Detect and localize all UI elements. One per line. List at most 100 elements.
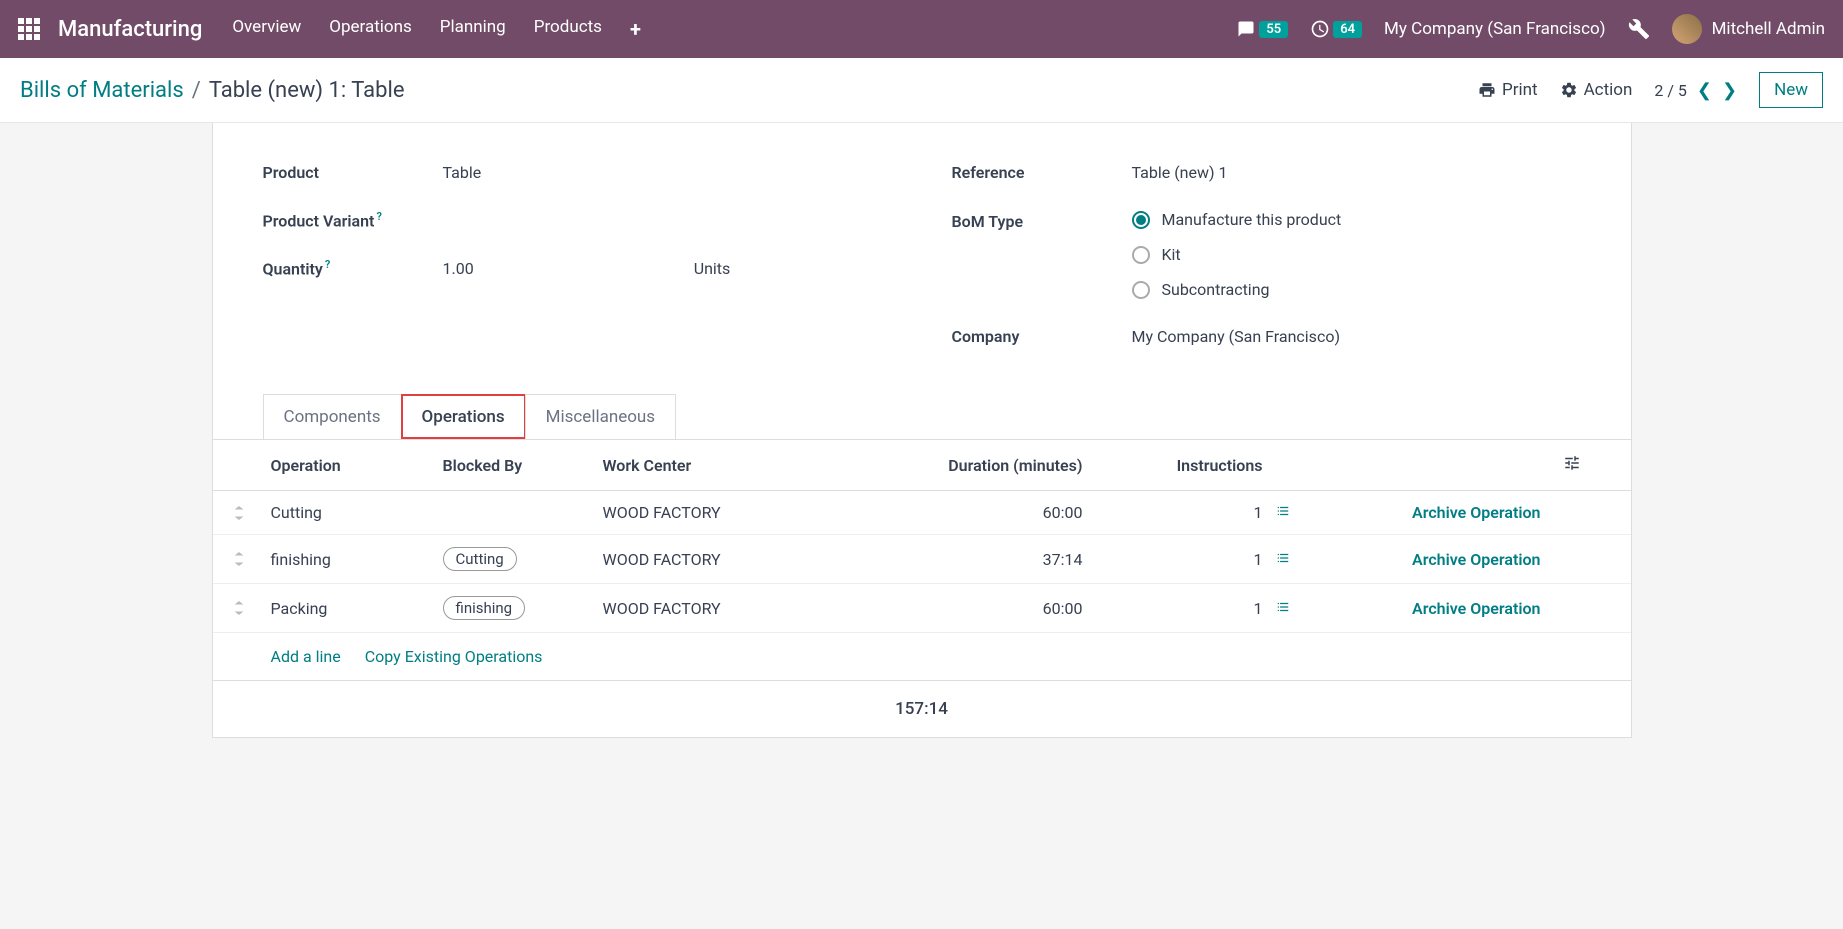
cell-work-center[interactable]: WOOD FACTORY [603,599,903,618]
action-button[interactable]: Action [1560,80,1633,100]
th-instructions[interactable]: Instructions [1083,456,1263,475]
value-company[interactable]: My Company (San Francisco) [1132,327,1341,346]
user-menu[interactable]: Mitchell Admin [1672,14,1825,44]
label-product: Product [263,163,443,182]
help-icon[interactable]: ? [325,258,330,271]
cell-work-center[interactable]: WOOD FACTORY [603,503,903,522]
th-work-center[interactable]: Work Center [603,456,903,475]
pager: 2 / 5 ❮ ❯ [1654,80,1737,101]
cell-operation[interactable]: Packing [263,599,443,618]
drag-handle-icon[interactable] [233,601,263,615]
table-row[interactable]: Cutting WOOD FACTORY60:001 Archive Operati… [213,491,1631,535]
cell-duration[interactable]: 60:00 [903,599,1083,618]
th-operation[interactable]: Operation [263,456,443,475]
column-settings-icon[interactable] [1563,454,1581,472]
new-button[interactable]: New [1759,72,1823,108]
help-icon[interactable]: ? [376,210,381,223]
nav-overview[interactable]: Overview [232,17,301,41]
activities-badge: 64 [1333,21,1362,38]
table-header: Operation Blocked By Work Center Duratio… [213,440,1631,491]
clock-icon [1310,19,1330,39]
header-right: 55 64 My Company (San Francisco) Mitchel… [1236,14,1825,44]
archive-operation-link[interactable]: Archive Operation [1303,599,1541,618]
cell-operation[interactable]: Cutting [263,503,443,522]
value-quantity-uom[interactable]: Units [694,259,731,278]
label-company: Company [952,327,1132,346]
radio-kit[interactable]: Kit [1132,245,1342,264]
main-header: Manufacturing Overview Operations Planni… [0,0,1843,58]
nav-planning[interactable]: Planning [440,17,506,41]
user-name: Mitchell Admin [1712,19,1825,39]
chat-icon [1236,20,1256,38]
th-blocked[interactable]: Blocked By [443,456,603,475]
label-variant: Product Variant? [263,210,443,230]
list-icon[interactable] [1263,550,1303,569]
th-duration[interactable]: Duration (minutes) [903,456,1083,475]
label-reference: Reference [952,163,1132,182]
radio-checked-icon [1132,211,1150,229]
table-row[interactable]: finishingCuttingWOOD FACTORY37:141 Archiv… [213,535,1631,584]
radio-unchecked-icon [1132,246,1150,264]
activities-indicator[interactable]: 64 [1310,19,1362,39]
form-body: Product Table Product Variant? Quantity?… [213,123,1631,374]
messages-badge: 55 [1259,21,1288,38]
cell-blocked[interactable]: finishing [443,596,603,620]
bom-type-radio-group: Manufacture this product Kit Subcontract… [1132,210,1342,299]
cell-blocked[interactable]: Cutting [443,547,603,571]
apps-icon[interactable] [18,18,40,40]
nav-operations[interactable]: Operations [329,17,412,41]
operations-table: Operation Blocked By Work Center Duratio… [213,439,1631,737]
cell-instructions[interactable]: 1 [1083,503,1263,522]
copy-operations-link[interactable]: Copy Existing Operations [365,647,543,666]
label-quantity: Quantity? [263,258,443,278]
breadcrumb: Bills of Materials / Table (new) 1: Tabl… [20,78,404,103]
breadcrumb-current: Table (new) 1: Table [209,78,405,103]
value-quantity[interactable]: 1.00 [443,259,474,278]
breadcrumb-parent[interactable]: Bills of Materials [20,78,184,103]
archive-operation-link[interactable]: Archive Operation [1303,550,1541,569]
messages-indicator[interactable]: 55 [1236,20,1288,38]
app-title[interactable]: Manufacturing [58,17,202,42]
cell-instructions[interactable]: 1 [1083,599,1263,618]
content: Product Table Product Variant? Quantity?… [0,123,1843,738]
nav-menu: Overview Operations Planning Products + [232,17,1236,41]
list-icon[interactable] [1263,599,1303,618]
print-icon [1478,81,1496,99]
tab-components[interactable]: Components [263,394,402,439]
cell-duration[interactable]: 37:14 [903,550,1083,569]
pager-prev-icon[interactable]: ❮ [1697,80,1712,101]
radio-manufacture[interactable]: Manufacture this product [1132,210,1342,229]
tab-miscellaneous[interactable]: Miscellaneous [525,394,676,439]
cell-instructions[interactable]: 1 [1083,550,1263,569]
tools-icon[interactable] [1628,18,1650,40]
table-row[interactable]: PackingfinishingWOOD FACTORY60:001 Archiv… [213,584,1631,633]
cell-operation[interactable]: finishing [263,550,443,569]
form-sheet: Product Table Product Variant? Quantity?… [212,123,1632,738]
value-reference[interactable]: Table (new) 1 [1132,163,1228,182]
nav-products[interactable]: Products [534,17,602,41]
add-line-link[interactable]: Add a line [271,647,341,666]
cell-work-center[interactable]: WOOD FACTORY [603,550,903,569]
pager-text[interactable]: 2 / 5 [1654,81,1687,100]
form-col-right: Reference Table (new) 1 BoM Type Manufac… [952,163,1581,374]
gear-icon [1560,81,1578,99]
radio-subcontract[interactable]: Subcontracting [1132,280,1342,299]
drag-handle-icon[interactable] [233,552,263,566]
tab-operations[interactable]: Operations [401,394,526,439]
avatar-icon [1672,14,1702,44]
nav-add-icon[interactable]: + [630,17,641,41]
radio-unchecked-icon [1132,281,1150,299]
breadcrumb-separator: / [192,78,201,103]
table-footer-links: Add a line Copy Existing Operations [213,633,1631,681]
breadcrumb-actions: Print Action 2 / 5 ❮ ❯ New [1478,72,1823,108]
archive-operation-link[interactable]: Archive Operation [1303,503,1541,522]
value-product[interactable]: Table [443,163,482,182]
pager-next-icon[interactable]: ❯ [1722,80,1737,101]
print-button[interactable]: Print [1478,80,1538,100]
cell-duration[interactable]: 60:00 [903,503,1083,522]
drag-handle-icon[interactable] [233,506,263,520]
breadcrumb-bar: Bills of Materials / Table (new) 1: Tabl… [0,58,1843,123]
table-total: 157:14 [213,681,1631,737]
list-icon[interactable] [1263,503,1303,522]
company-selector[interactable]: My Company (San Francisco) [1384,19,1606,39]
